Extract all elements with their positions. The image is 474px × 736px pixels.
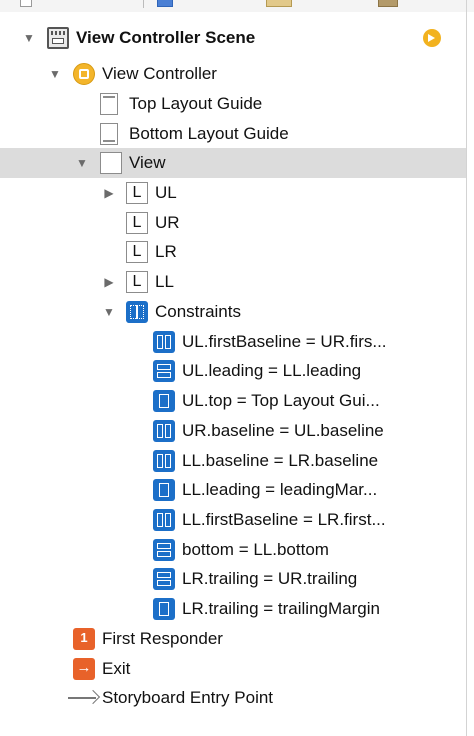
- grid-icon[interactable]: [20, 0, 32, 7]
- baseline-constraint-icon: [153, 331, 175, 353]
- disclosure-collapsed-icon[interactable]: ▶: [101, 185, 117, 201]
- label-icon: L: [126, 182, 148, 204]
- constraint-label: UL.firstBaseline = UR.firs...: [182, 332, 387, 351]
- constraint-row[interactable]: LR.trailing = UR.trailing: [0, 564, 466, 594]
- disclosure-expanded-icon[interactable]: ▼: [101, 304, 117, 320]
- outline-row-view-controller[interactable]: ▼ View Controller: [0, 59, 466, 89]
- view-controller-label: View Controller: [102, 64, 217, 83]
- label-name: LL: [155, 272, 174, 291]
- constraint-label: UL.leading = LL.leading: [182, 361, 362, 380]
- first-responder-icon: [73, 628, 95, 650]
- outline-row-bottom-layout-guide[interactable]: Bottom Layout Guide: [0, 119, 466, 149]
- outline-row-entry-point[interactable]: Storyboard Entry Point: [0, 683, 466, 713]
- constraint-row[interactable]: LL.firstBaseline = LR.first...: [0, 505, 466, 535]
- constraint-row[interactable]: UR.baseline = UL.baseline: [0, 416, 466, 446]
- outline-row-scene[interactable]: ▼ View Controller Scene: [0, 23, 466, 53]
- outline-row-first-responder[interactable]: First Responder: [0, 624, 466, 654]
- outline-row-view[interactable]: ▼ View: [0, 148, 466, 178]
- outline-row-label-ll[interactable]: ▶ L LL: [0, 267, 466, 297]
- baseline-constraint-icon: [153, 509, 175, 531]
- leading-margin-constraint-icon: [153, 479, 175, 501]
- scene-breadcrumb-icon[interactable]: [378, 0, 398, 7]
- constraint-row[interactable]: UL.firstBaseline = UR.firs...: [0, 327, 466, 357]
- toolbar-divider: [143, 0, 144, 8]
- exit-icon: [73, 658, 95, 680]
- disclosure-expanded-icon[interactable]: ▼: [47, 66, 63, 82]
- label-icon: L: [126, 271, 148, 293]
- scene-icon: [47, 27, 69, 49]
- constraint-row[interactable]: LL.leading = leadingMar...: [0, 475, 466, 505]
- outline-row-constraints[interactable]: ▼ Constraints: [0, 297, 466, 327]
- constraint-row[interactable]: UL.top = Top Layout Gui...: [0, 386, 466, 416]
- constraint-label: LL.baseline = LR.baseline: [182, 451, 379, 470]
- leading-constraint-icon: [153, 360, 175, 382]
- label-name: UR: [155, 213, 180, 232]
- constraint-label: LL.firstBaseline = LR.first...: [182, 510, 386, 529]
- entry-point-label: Storyboard Entry Point: [102, 688, 274, 707]
- constraint-label: LL.leading = leadingMar...: [182, 480, 378, 499]
- outline-row-label-ul[interactable]: ▶ L UL: [0, 178, 466, 208]
- trailing-margin-constraint-icon: [153, 598, 175, 620]
- bottom-constraint-icon: [153, 539, 175, 561]
- view-controller-icon: [73, 63, 95, 85]
- label-name: UL: [155, 183, 177, 202]
- folder-icon[interactable]: [266, 0, 292, 7]
- constraint-label: LR.trailing = UR.trailing: [182, 569, 358, 588]
- constraint-row[interactable]: UL.leading = LL.leading: [0, 356, 466, 386]
- outline-row-exit[interactable]: Exit: [0, 654, 466, 684]
- panel-divider: [466, 0, 467, 736]
- constraint-row[interactable]: LR.trailing = trailingMargin: [0, 594, 466, 624]
- toolbar-strip: [0, 0, 474, 12]
- view-icon: [100, 152, 122, 174]
- outline-row-label-lr[interactable]: L LR: [0, 237, 466, 267]
- disclosure-collapsed-icon[interactable]: ▶: [101, 274, 117, 290]
- baseline-constraint-icon: [153, 450, 175, 472]
- disclosure-expanded-icon[interactable]: ▼: [21, 30, 37, 46]
- bottom-layout-guide-label: Bottom Layout Guide: [129, 124, 289, 143]
- top-layout-guide-label: Top Layout Guide: [129, 94, 263, 113]
- scene-label: View Controller Scene: [76, 28, 256, 47]
- bottom-layout-guide-icon: [100, 123, 118, 145]
- disclosure-expanded-icon[interactable]: ▼: [74, 155, 90, 171]
- constraints-label: Constraints: [155, 302, 241, 321]
- constraint-label: bottom = LL.bottom: [182, 540, 329, 559]
- first-responder-label: First Responder: [102, 629, 223, 648]
- constraint-label: UL.top = Top Layout Gui...: [182, 391, 380, 410]
- outline-row-top-layout-guide[interactable]: Top Layout Guide: [0, 89, 466, 119]
- trailing-constraint-icon: [153, 568, 175, 590]
- constraint-label: UR.baseline = UL.baseline: [182, 421, 384, 440]
- outline-row-label-ur[interactable]: L UR: [0, 208, 466, 238]
- exit-label: Exit: [102, 659, 131, 678]
- view-label: View: [129, 153, 166, 172]
- scene-navigate-arrow-icon[interactable]: [423, 29, 441, 47]
- constraint-row[interactable]: LL.baseline = LR.baseline: [0, 446, 466, 476]
- top-layout-guide-icon: [100, 93, 118, 115]
- label-icon: L: [126, 241, 148, 263]
- entry-point-arrow-icon: [68, 691, 100, 705]
- storyboard-file-icon[interactable]: [157, 0, 173, 7]
- constraint-label: LR.trailing = trailingMargin: [182, 599, 380, 618]
- label-name: LR: [155, 242, 177, 261]
- label-icon: L: [126, 212, 148, 234]
- vertical-spacing-constraint-icon: [153, 390, 175, 412]
- constraints-group-icon: [126, 301, 148, 323]
- constraint-row[interactable]: bottom = LL.bottom: [0, 535, 466, 565]
- baseline-constraint-icon: [153, 420, 175, 442]
